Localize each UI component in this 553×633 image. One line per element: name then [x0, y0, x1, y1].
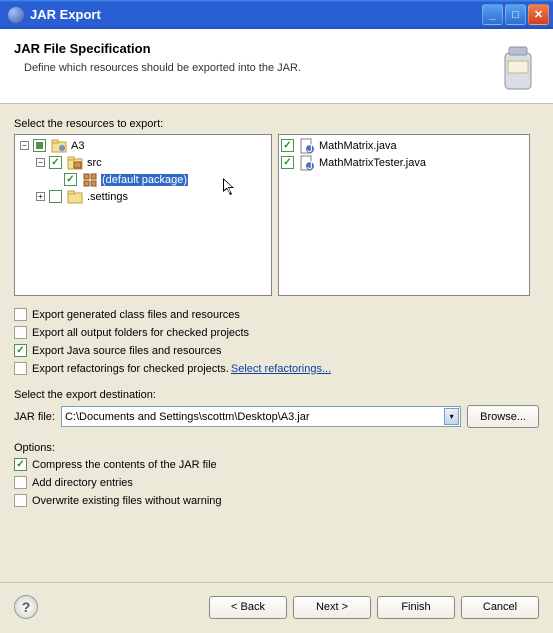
eclipse-icon — [8, 7, 24, 23]
wizard-header: JAR File Specification Define which reso… — [0, 29, 553, 104]
file-label[interactable]: MathMatrixTester.java — [318, 157, 427, 169]
expand-icon[interactable]: + — [36, 192, 45, 201]
finish-button[interactable]: Finish — [377, 596, 455, 619]
dropdown-icon[interactable]: ▾ — [444, 408, 459, 425]
add-dir-checkbox[interactable] — [14, 476, 27, 489]
collapse-icon[interactable]: − — [36, 158, 45, 167]
export-class-checkbox[interactable] — [14, 308, 27, 321]
back-button[interactable]: < Back — [209, 596, 287, 619]
export-destination-label: Select the export destination: — [14, 389, 539, 401]
options-label: Options: — [14, 442, 539, 454]
overwrite-checkbox[interactable] — [14, 494, 27, 507]
export-class-label: Export generated class files and resourc… — [32, 309, 240, 321]
help-button[interactable]: ? — [14, 595, 38, 619]
file-label[interactable]: MathMatrix.java — [318, 140, 398, 152]
default-package-label[interactable]: (default package) — [101, 174, 188, 186]
maximize-button[interactable]: □ — [505, 4, 526, 25]
minimize-button[interactable]: _ — [482, 4, 503, 25]
source-folder-icon — [67, 155, 83, 171]
collapse-icon[interactable]: − — [20, 141, 29, 150]
jar-file-input[interactable] — [61, 406, 461, 427]
compress-label: Compress the contents of the JAR file — [32, 459, 217, 471]
project-checkbox[interactable] — [33, 139, 46, 152]
browse-button[interactable]: Browse... — [467, 405, 539, 428]
jar-icon — [497, 41, 539, 93]
java-file-icon: J — [299, 155, 315, 171]
project-icon — [51, 138, 67, 154]
add-dir-label: Add directory entries — [32, 477, 133, 489]
package-icon — [82, 172, 98, 188]
file-checkbox[interactable] — [281, 139, 294, 152]
page-description: Define which resources should be exporte… — [24, 62, 497, 74]
export-output-label: Export all output folders for checked pr… — [32, 327, 249, 339]
export-refactorings-label: Export refactorings for checked projects… — [32, 363, 229, 375]
title-bar: JAR Export _ □ ✕ — [0, 0, 553, 29]
src-checkbox[interactable] — [49, 156, 62, 169]
file-list[interactable]: J MathMatrix.java J MathMatrixTester.jav… — [278, 134, 530, 296]
close-button[interactable]: ✕ — [528, 4, 549, 25]
java-file-icon: J — [299, 138, 315, 154]
window-title: JAR Export — [28, 7, 480, 22]
export-refactorings-checkbox[interactable] — [14, 362, 27, 375]
jar-file-label: JAR file: — [14, 411, 55, 423]
select-refactorings-link[interactable]: Select refactorings... — [231, 363, 331, 375]
cancel-button[interactable]: Cancel — [461, 596, 539, 619]
compress-checkbox[interactable] — [14, 458, 27, 471]
folder-icon — [67, 189, 83, 205]
overwrite-label: Overwrite existing files without warning — [32, 495, 222, 507]
export-output-checkbox[interactable] — [14, 326, 27, 339]
settings-checkbox[interactable] — [49, 190, 62, 203]
project-label[interactable]: A3 — [70, 140, 85, 152]
svg-text:J: J — [307, 160, 313, 171]
svg-text:J: J — [307, 143, 313, 154]
export-source-label: Export Java source files and resources — [32, 345, 222, 357]
next-button[interactable]: Next > — [293, 596, 371, 619]
package-checkbox[interactable] — [64, 173, 77, 186]
page-title: JAR File Specification — [14, 41, 497, 56]
src-label[interactable]: src — [86, 157, 103, 169]
settings-label[interactable]: .settings — [86, 191, 129, 203]
file-checkbox[interactable] — [281, 156, 294, 169]
export-source-checkbox[interactable] — [14, 344, 27, 357]
resource-tree[interactable]: − A3 − src (default package) — [14, 134, 272, 296]
select-resources-label: Select the resources to export: — [14, 118, 539, 130]
